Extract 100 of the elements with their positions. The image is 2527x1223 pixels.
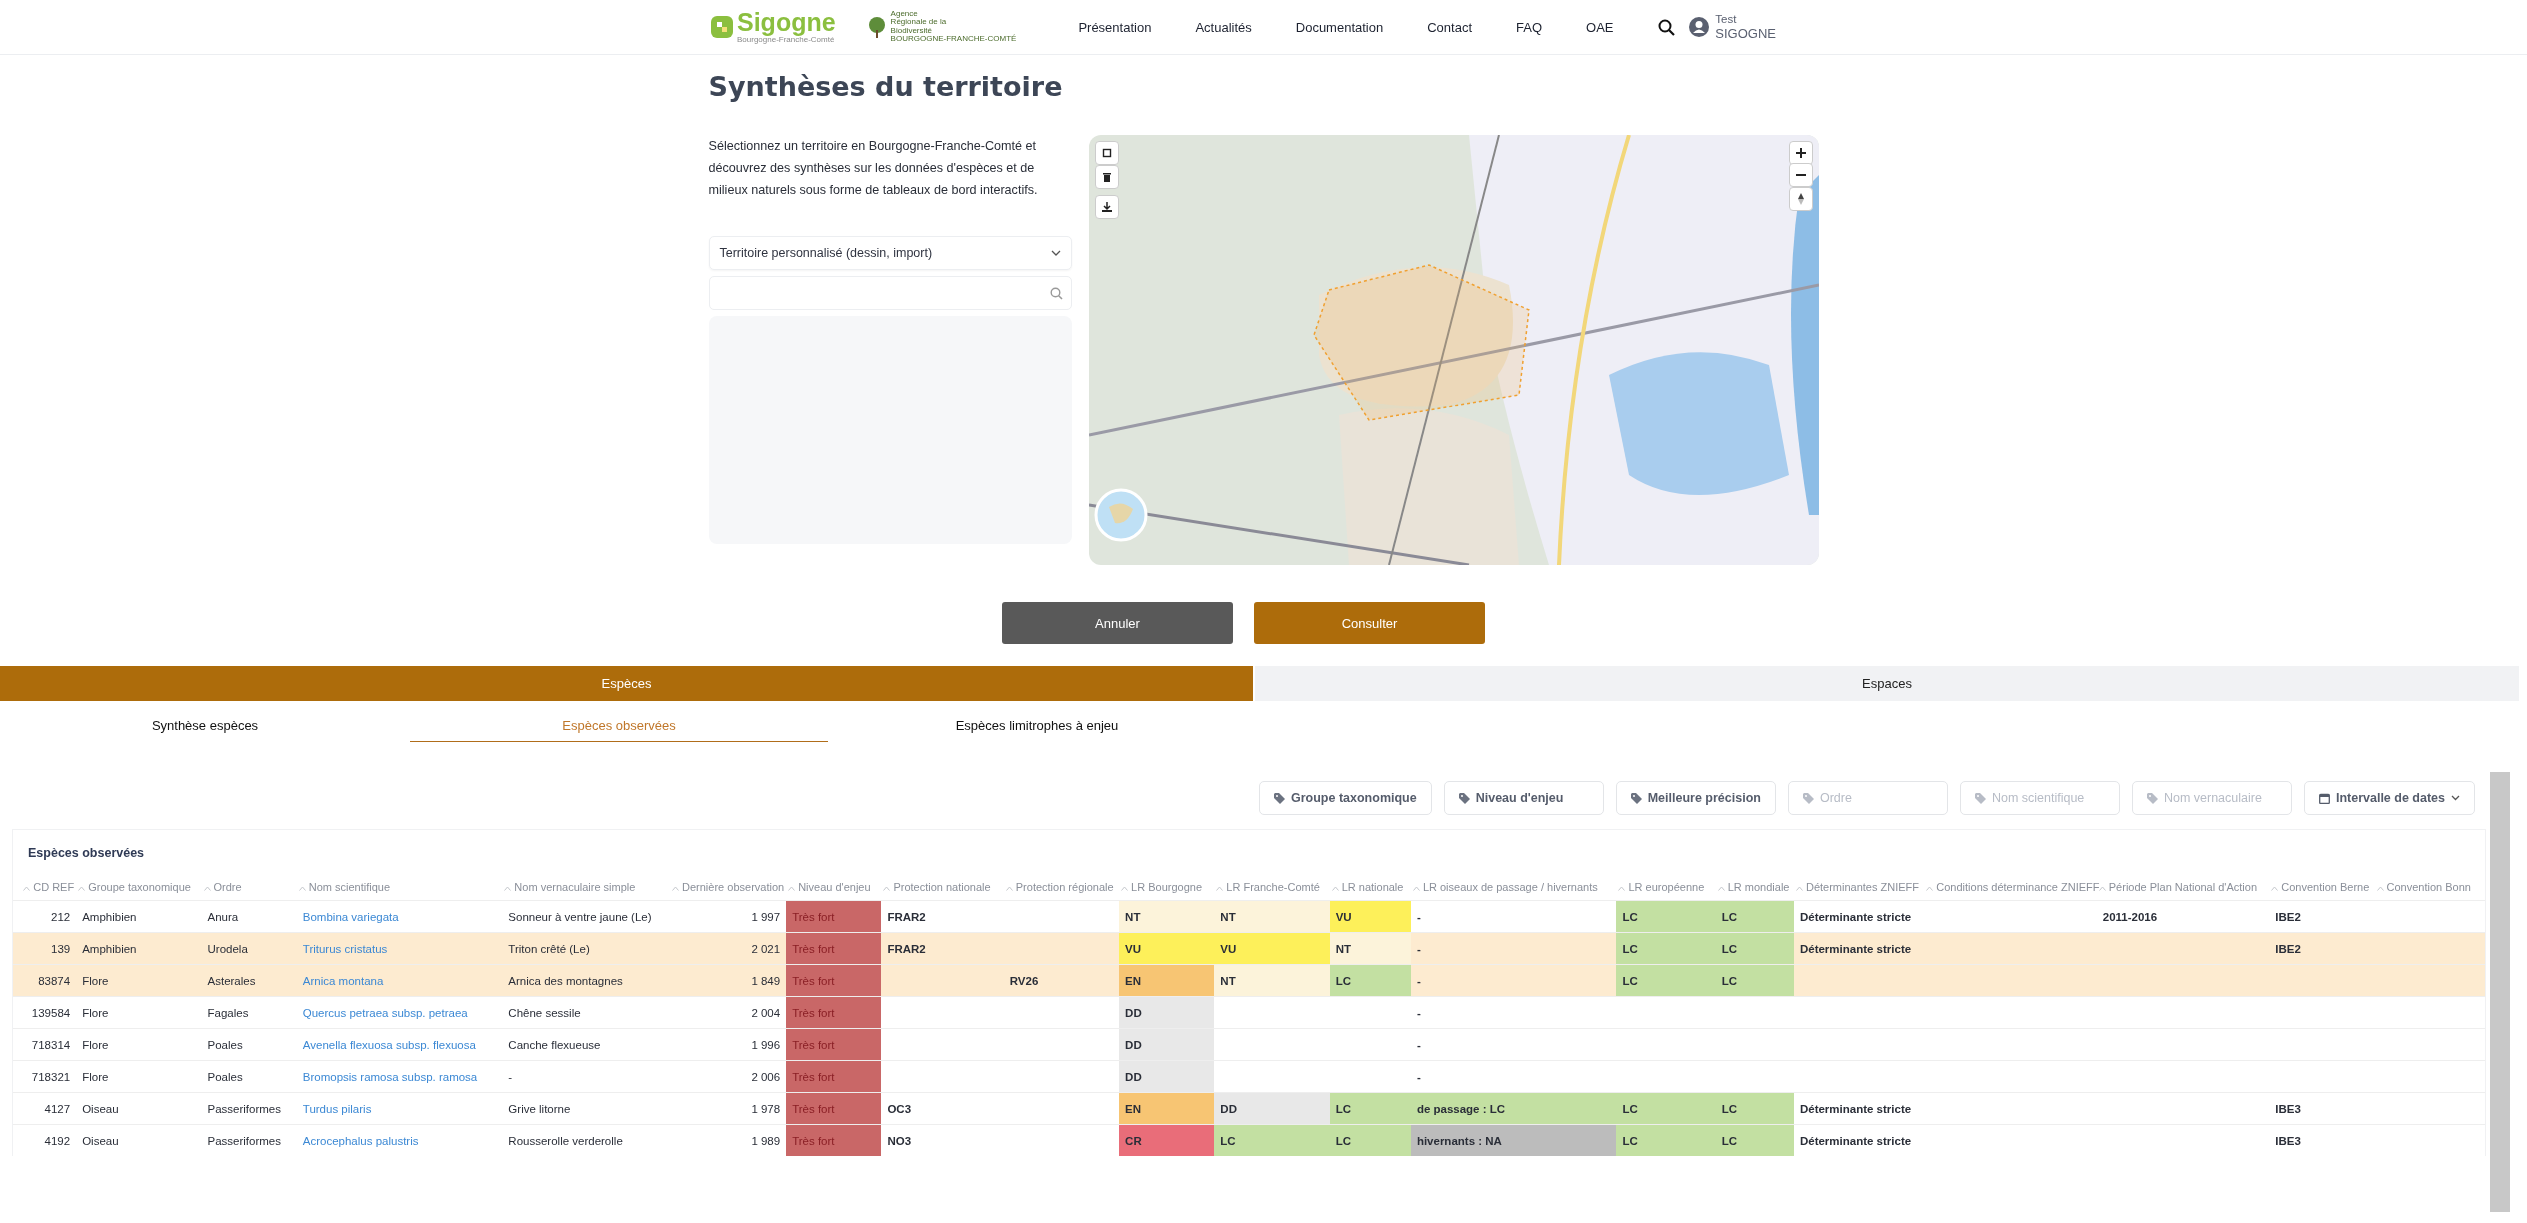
column-header[interactable]: Dernière observation: [682, 881, 785, 893]
sub-tab[interactable]: Synthèse espèces: [0, 709, 410, 742]
zoom-out-button[interactable]: [1788, 163, 1813, 187]
column-header[interactable]: Groupe taxonomique: [88, 881, 191, 893]
user-first-name: Test: [1715, 13, 1738, 26]
sort-icon[interactable]: [1121, 885, 1129, 891]
search-field[interactable]: [708, 276, 1072, 310]
sort-icon[interactable]: [2271, 885, 2279, 891]
table-cell: 2011-2016: [2102, 910, 2158, 923]
nav-link[interactable]: Actualités: [1173, 19, 1274, 35]
column-header[interactable]: Déterminantes ZNIEFF: [1805, 881, 1920, 893]
scrollbar[interactable]: [2490, 772, 2510, 1212]
nav-link[interactable]: Documentation: [1273, 19, 1406, 35]
sort-icon[interactable]: [23, 885, 31, 891]
sort-icon[interactable]: [298, 885, 306, 891]
column-header[interactable]: LR européenne: [1628, 881, 1705, 893]
status-cell: CR: [1119, 1124, 1215, 1156]
main-tab[interactable]: Espèces: [0, 666, 1253, 701]
species-link[interactable]: Bromopsis ramosa subsp. ramosa: [302, 1070, 478, 1083]
draw-polygon-button[interactable]: [1094, 141, 1119, 165]
column-header[interactable]: LR nationale: [1341, 881, 1404, 893]
species-link[interactable]: Bombina variegata: [302, 910, 399, 923]
table-cell: 4192: [44, 1134, 71, 1147]
sub-tab[interactable]: Espèces limitrophes à enjeu: [828, 709, 1246, 742]
column-header[interactable]: Conditions déterminance ZNIEFF: [1936, 881, 2100, 893]
nav-link[interactable]: OAE: [1564, 19, 1636, 35]
table-cell: Asterales: [207, 974, 256, 987]
table-cell: 4127: [44, 1102, 71, 1115]
status-cell: NT: [1119, 900, 1215, 933]
column-header[interactable]: LR Franche-Comté: [1226, 881, 1320, 893]
compass-button[interactable]: [1788, 187, 1813, 211]
species-link[interactable]: Avenella flexuosa subsp. flexuosa: [302, 1038, 476, 1051]
main-tab[interactable]: Espaces: [1255, 666, 2519, 701]
sort-icon[interactable]: [1005, 885, 1013, 891]
column-header[interactable]: Protection régionale: [1015, 881, 1114, 893]
sub-tab[interactable]: Espèces observées: [410, 709, 828, 742]
column-header[interactable]: Convention Bonn: [2386, 881, 2471, 893]
sort-icon[interactable]: [2376, 885, 2384, 891]
species-link[interactable]: Triturus cristatus: [302, 942, 388, 955]
sort-icon[interactable]: [1618, 885, 1626, 891]
nav-link[interactable]: FAQ: [1494, 19, 1565, 35]
status-cell: VU: [1119, 932, 1215, 965]
table-cell: Sonneur à ventre jaune (Le): [508, 910, 652, 923]
column-header[interactable]: LR Bourgogne: [1131, 881, 1203, 893]
column-header[interactable]: Période Plan National d'Action: [2108, 881, 2258, 893]
species-link[interactable]: Arnica montana: [302, 974, 384, 987]
cancel-button[interactable]: Annuler: [1002, 602, 1233, 644]
table-cell: IBE2: [2275, 910, 2301, 923]
sort-icon[interactable]: [788, 885, 796, 891]
sort-icon[interactable]: [203, 885, 211, 891]
sort-icon[interactable]: [672, 885, 680, 891]
sort-icon[interactable]: [1412, 885, 1420, 891]
tag-icon: [1274, 792, 1285, 804]
table-cell: RV26: [1009, 974, 1039, 987]
sort-icon[interactable]: [1795, 885, 1803, 891]
table-cell: 2 021: [751, 942, 781, 955]
column-header[interactable]: Convention Berne: [2281, 881, 2370, 893]
table-cell: Passeriformes: [207, 1102, 281, 1115]
species-link[interactable]: Acrocephalus palustris: [302, 1134, 419, 1147]
user-last-name: SIGOGNE: [1715, 25, 1776, 41]
column-header[interactable]: Protection nationale: [893, 881, 991, 893]
table-cell: 83874: [38, 974, 71, 987]
download-button[interactable]: [1094, 195, 1119, 219]
column-header[interactable]: Nom scientifique: [308, 881, 391, 893]
status-cell: LC: [1715, 932, 1794, 965]
table-cell: Triton crêté (Le): [508, 942, 590, 955]
nav-link[interactable]: Présentation: [1056, 19, 1174, 35]
status-cell: NT: [1214, 900, 1330, 933]
column-header[interactable]: CD REF: [33, 881, 75, 893]
column-header[interactable]: Niveau d'enjeu: [798, 881, 871, 893]
sort-icon[interactable]: [78, 885, 86, 891]
sort-icon[interactable]: [883, 885, 891, 891]
sort-icon[interactable]: [1216, 885, 1224, 891]
table-cell: 139584: [31, 1006, 71, 1019]
search-icon[interactable]: [1658, 18, 1676, 36]
filter-button[interactable]: Groupe taxonomique: [1259, 781, 1432, 815]
column-header[interactable]: LR oiseaux de passage / hivernants: [1422, 881, 1598, 893]
filter-button[interactable]: Niveau d'enjeu: [1443, 781, 1604, 815]
sort-icon[interactable]: [504, 885, 512, 891]
sort-icon[interactable]: [1926, 885, 1934, 891]
avatar-icon[interactable]: [1689, 17, 1710, 37]
sort-icon[interactable]: [1717, 885, 1725, 891]
column-header[interactable]: Ordre: [213, 881, 242, 893]
nav-link[interactable]: Contact: [1405, 19, 1495, 35]
sort-icon[interactable]: [1331, 885, 1339, 891]
filter-button[interactable]: Meilleure précision: [1615, 781, 1776, 815]
species-link[interactable]: Turdus pilaris: [302, 1102, 372, 1115]
table-cell: Poales: [207, 1038, 243, 1051]
table-cell: 139: [51, 942, 71, 955]
filter-button[interactable]: Intervalle de dates: [2303, 781, 2475, 815]
species-link[interactable]: Quercus petraea subsp. petraea: [302, 1006, 468, 1019]
consult-button[interactable]: Consulter: [1254, 602, 1485, 644]
sort-icon[interactable]: [2098, 885, 2106, 891]
status-cell: LC: [1715, 900, 1794, 933]
column-header[interactable]: Nom vernaculaire simple: [514, 881, 636, 893]
column-header[interactable]: LR mondiale: [1727, 881, 1790, 893]
status-cell: -: [1410, 1028, 1617, 1061]
territory-select[interactable]: Territoire personnalisé (dessin, import): [708, 236, 1072, 270]
delete-button[interactable]: [1094, 165, 1119, 189]
table-cell: IBE3: [2275, 1102, 2301, 1115]
